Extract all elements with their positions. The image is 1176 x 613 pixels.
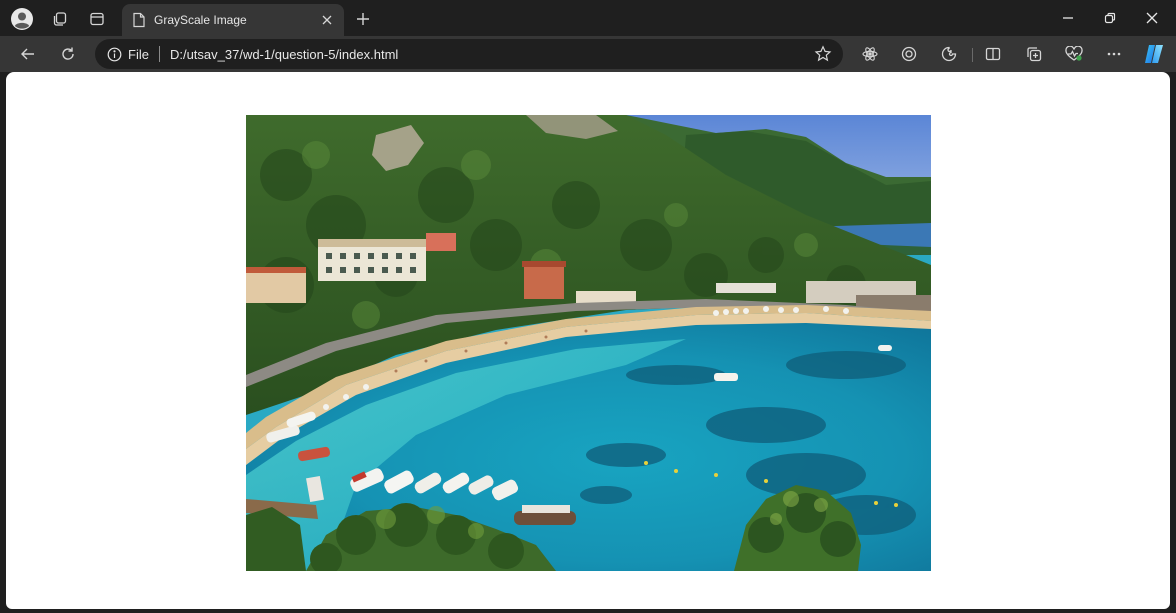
copilot-icon[interactable]	[1141, 42, 1167, 66]
tab-strip: GrayScale Image	[0, 0, 1176, 36]
atom-icon[interactable]	[858, 42, 882, 66]
site-info-button[interactable]: File	[107, 47, 149, 62]
address-bar[interactable]: File D:/utsav_37/wd-1/question-5/index.h…	[95, 39, 843, 69]
profile-avatar-icon[interactable]	[9, 6, 35, 32]
split-screen-icon[interactable]	[981, 42, 1005, 66]
browser-window: GrayScale Image File D:/utsav_37/wd-1/qu…	[0, 0, 1176, 613]
close-window-icon[interactable]	[1132, 4, 1172, 32]
coastal-bay-photo	[246, 115, 931, 571]
target-icon[interactable]	[897, 42, 921, 66]
restore-icon[interactable]	[1090, 4, 1130, 32]
minimize-icon[interactable]	[1048, 4, 1088, 32]
page-document-icon	[132, 12, 146, 28]
browser-toolbar: File D:/utsav_37/wd-1/question-5/index.h…	[0, 36, 1176, 72]
site-label: File	[128, 46, 149, 62]
tab-title: GrayScale Image	[154, 13, 247, 27]
collections-icon[interactable]	[1022, 42, 1046, 66]
back-arrow-icon[interactable]	[14, 40, 42, 68]
page-viewport	[6, 72, 1170, 609]
puzzle-icon[interactable]	[937, 42, 961, 66]
tab-actions-icon[interactable]	[84, 6, 110, 32]
tab-active[interactable]: GrayScale Image	[122, 4, 344, 36]
plus-icon[interactable]	[350, 6, 376, 32]
heart-pulse-icon[interactable]	[1062, 42, 1086, 66]
refresh-icon[interactable]	[54, 40, 82, 68]
star-icon[interactable]	[813, 44, 833, 64]
toolbar-separator	[972, 48, 973, 62]
info-icon	[107, 47, 122, 62]
workspaces-icon[interactable]	[47, 6, 73, 32]
close-icon[interactable]	[318, 11, 336, 29]
url-text[interactable]: D:/utsav_37/wd-1/question-5/index.html	[170, 47, 398, 62]
address-separator	[158, 46, 160, 62]
more-icon[interactable]	[1102, 42, 1126, 66]
